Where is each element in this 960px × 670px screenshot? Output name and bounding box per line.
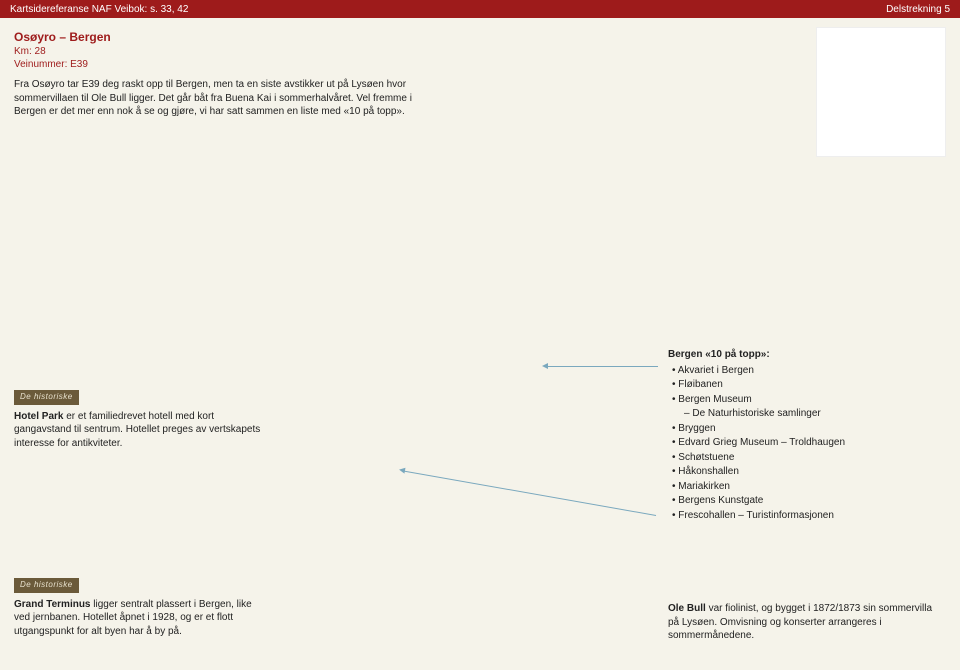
list-item: Frescohallen – Turistinformasjonen: [672, 509, 943, 524]
ole-bull-name: Ole Bull: [668, 603, 706, 614]
hotel-park-text: Hotel Park er et familiedrevet hotell me…: [14, 410, 262, 451]
route-paragraph: Fra Osøyro tar E39 deg raskt opp til Ber…: [14, 78, 424, 119]
list-item: Mariakirken: [672, 480, 943, 495]
grand-terminus-card: De historiske Grand Terminus ligger sent…: [14, 578, 262, 638]
header-left: Kartsidereferanse NAF Veibok: s. 33, 42: [10, 4, 188, 15]
ole-bull-desc: var fiolinist, og bygget i 1872/1873 sin…: [668, 603, 932, 641]
list-item: Bergens Kunstgate: [672, 494, 943, 509]
map-placeholder: [816, 27, 946, 157]
hotel-park-name: Hotel Park: [14, 411, 63, 422]
list-item: Edvard Grieg Museum – Troldhaugen: [672, 436, 943, 451]
arrow-icon: [402, 470, 656, 516]
arrow-icon: [545, 366, 658, 367]
list-item: Fløibanen: [672, 378, 943, 393]
bergen-top10-heading: Bergen «10 på topp»:: [668, 348, 943, 363]
list-item: Schøtstuene: [672, 451, 943, 466]
ole-bull-card: Ole Bull var fiolinist, og bygget i 1872…: [668, 602, 940, 643]
route-road: Veinummer: E39: [14, 58, 88, 71]
bergen-top10-list: Akvariet i BergenFløibanenBergen MuseumD…: [668, 364, 943, 524]
route-km: Km: 28: [14, 45, 88, 58]
bergen-top10: Bergen «10 på topp»: Akvariet i BergenFl…: [668, 348, 943, 523]
grand-terminus-name: Grand Terminus: [14, 599, 91, 610]
route-meta: Km: 28 Veinummer: E39: [14, 45, 88, 71]
header-bar: Kartsidereferanse NAF Veibok: s. 33, 42 …: [0, 0, 960, 18]
route-title: Osøyro – Bergen: [14, 30, 111, 44]
list-item: Bergen Museum: [672, 393, 943, 408]
grand-terminus-logo: De historiske: [14, 578, 79, 593]
list-item: Bryggen: [672, 422, 943, 437]
list-item: De Naturhistoriske samlinger: [672, 407, 943, 422]
list-item: Håkonshallen: [672, 465, 943, 480]
hotel-park-card: De historiske Hotel Park er et familiedr…: [14, 390, 262, 450]
header-right: Delstrekning 5: [886, 4, 950, 15]
hotel-park-logo: De historiske: [14, 390, 79, 405]
list-item: Akvariet i Bergen: [672, 364, 943, 379]
grand-terminus-text: Grand Terminus ligger sentralt plassert …: [14, 598, 262, 639]
